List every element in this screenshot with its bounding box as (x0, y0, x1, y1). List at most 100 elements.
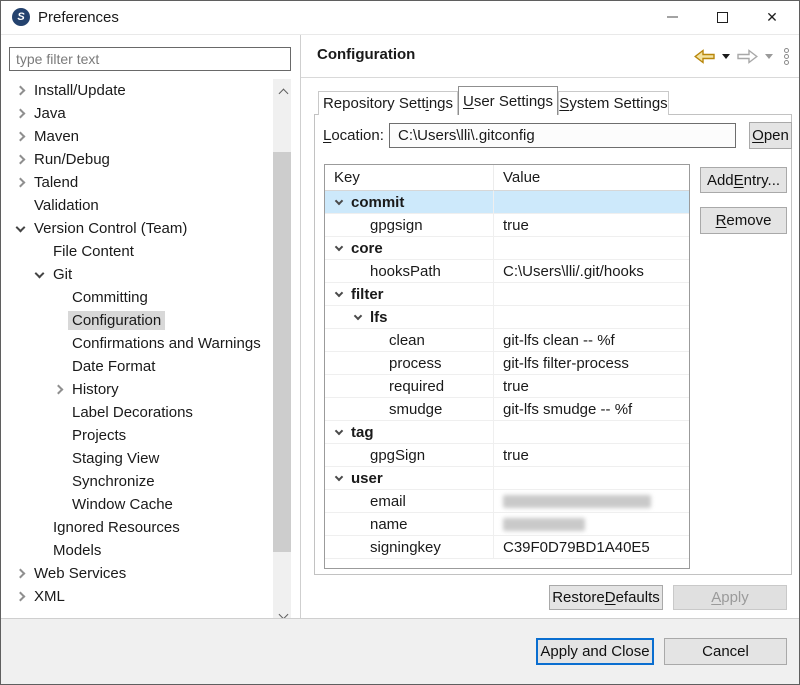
chevron-down-icon[interactable] (335, 426, 343, 434)
table-key: name (370, 516, 408, 533)
tree-item[interactable]: Date Format (1, 355, 273, 378)
tree-item[interactable]: Synchronize (1, 470, 273, 493)
tree-item[interactable]: Maven (1, 125, 273, 148)
chevron-down-icon[interactable] (335, 196, 343, 204)
chevron-right-icon[interactable] (16, 178, 26, 188)
tree-item[interactable]: XML (1, 585, 273, 608)
table-header: Key Value (325, 165, 689, 191)
tree-item[interactable]: Talend (1, 171, 273, 194)
tree-item[interactable]: Models (1, 539, 273, 562)
back-icon[interactable] (694, 49, 715, 64)
chevron-right-icon[interactable] (16, 132, 26, 142)
titlebar-separator (1, 34, 799, 35)
table-key: user (351, 470, 383, 487)
table-key: smudge (389, 401, 442, 418)
chevron-right-icon[interactable] (54, 385, 64, 395)
filter-input[interactable] (9, 47, 291, 71)
tree-item[interactable]: Staging View (1, 447, 273, 470)
tree-scrollbar[interactable] (273, 79, 291, 618)
maximize-button[interactable] (697, 1, 747, 33)
location-field[interactable]: C:\Users\lli\.gitconfig (389, 123, 736, 148)
tree-item[interactable]: Confirmations and Warnings (1, 332, 273, 355)
forward-icon[interactable] (737, 49, 758, 64)
header-separator (301, 77, 799, 78)
view-menu-icon[interactable] (784, 48, 789, 65)
chevron-down-icon[interactable] (335, 472, 343, 480)
table-row[interactable]: smudge git-lfs smudge -- %f (325, 398, 689, 421)
forward-dropdown-icon[interactable] (765, 54, 773, 59)
header-toolbar (694, 48, 789, 65)
table-key: commit (351, 194, 404, 211)
table-value: git-lfs clean -- %f (494, 329, 689, 352)
scroll-down-icon[interactable] (278, 605, 286, 613)
tree-item[interactable]: Web Services (1, 562, 273, 585)
table-value (494, 237, 689, 260)
table-row[interactable]: tag (325, 421, 689, 444)
tree-item[interactable]: Version Control (Team) (1, 217, 273, 240)
tree-item-label: Committing (72, 289, 148, 306)
table-row[interactable]: name (325, 513, 689, 536)
table-value (494, 191, 689, 214)
table-key: core (351, 240, 383, 257)
scrollbar-thumb[interactable] (273, 152, 291, 552)
table-row[interactable]: required true (325, 375, 689, 398)
column-header-key[interactable]: Key (325, 165, 494, 191)
tree-item[interactable]: Java (1, 102, 273, 125)
tree-item-label: XML (34, 588, 65, 605)
chevron-right-icon[interactable] (16, 109, 26, 119)
remove-button[interactable]: Remove (700, 207, 787, 234)
table-row[interactable]: core (325, 237, 689, 260)
table-row[interactable]: clean git-lfs clean -- %f (325, 329, 689, 352)
tree-item[interactable]: Ignored Resources (1, 516, 273, 539)
chevron-down-icon[interactable] (335, 242, 343, 250)
cancel-button[interactable]: Cancel (664, 638, 787, 665)
chevron-right-icon[interactable] (16, 592, 26, 602)
table-row[interactable]: hooksPath C:\Users\lli/.git/hooks (325, 260, 689, 283)
table-row[interactable]: email (325, 490, 689, 513)
tree-item[interactable]: Label Decorations (1, 401, 273, 424)
tree-item-label: Web Services (34, 565, 126, 582)
apply-button: Apply (673, 585, 787, 610)
close-button[interactable]: ✕ (747, 1, 797, 33)
open-button[interactable]: Open (749, 122, 792, 149)
tree-item-label: History (72, 381, 119, 398)
column-header-value[interactable]: Value (494, 165, 689, 191)
restore-defaults-button[interactable]: Restore Defaults (549, 585, 663, 610)
chevron-right-icon[interactable] (16, 155, 26, 165)
chevron-down-icon[interactable] (35, 268, 45, 278)
table-row[interactable]: process git-lfs filter-process (325, 352, 689, 375)
table-row[interactable]: gpgSign true (325, 444, 689, 467)
table-row[interactable]: gpgsign true (325, 214, 689, 237)
redacted-value (503, 518, 585, 531)
tree-item[interactable]: Committing (1, 286, 273, 309)
scroll-up-icon[interactable] (278, 84, 286, 92)
table-row[interactable]: filter (325, 283, 689, 306)
chevron-right-icon[interactable] (16, 569, 26, 579)
minimize-button[interactable] (647, 1, 697, 33)
chevron-down-icon[interactable] (16, 222, 26, 232)
tree-item[interactable]: Projects (1, 424, 273, 447)
tree-item-selected[interactable]: Configuration (1, 309, 273, 332)
back-dropdown-icon[interactable] (722, 54, 730, 59)
tree-item[interactable]: Validation (1, 194, 273, 217)
add-entry-button[interactable]: Add Entry... (700, 167, 787, 193)
tab-system-settings[interactable]: System Settings (558, 91, 669, 115)
tree-item-label: Version Control (Team) (34, 220, 187, 237)
tree-item[interactable]: History (1, 378, 273, 401)
tree-item[interactable]: Window Cache (1, 493, 273, 516)
table-row[interactable]: lfs (325, 306, 689, 329)
tree-item[interactable]: Install/Update (1, 79, 273, 102)
tree-item[interactable]: Git (1, 263, 273, 286)
table-row[interactable]: commit (325, 191, 689, 214)
table-row[interactable]: user (325, 467, 689, 490)
chevron-right-icon[interactable] (16, 86, 26, 96)
table-key: email (370, 493, 406, 510)
chevron-down-icon[interactable] (335, 288, 343, 296)
tab-user-settings[interactable]: User Settings (458, 86, 558, 115)
chevron-down-icon[interactable] (354, 311, 362, 319)
tree-item[interactable]: Run/Debug (1, 148, 273, 171)
tree-item[interactable]: File Content (1, 240, 273, 263)
apply-and-close-button[interactable]: Apply and Close (536, 638, 654, 665)
tab-repository-settings[interactable]: Repository Settings (318, 91, 458, 115)
table-row[interactable]: signingkey C39F0D79BD1A40E5 (325, 536, 689, 559)
